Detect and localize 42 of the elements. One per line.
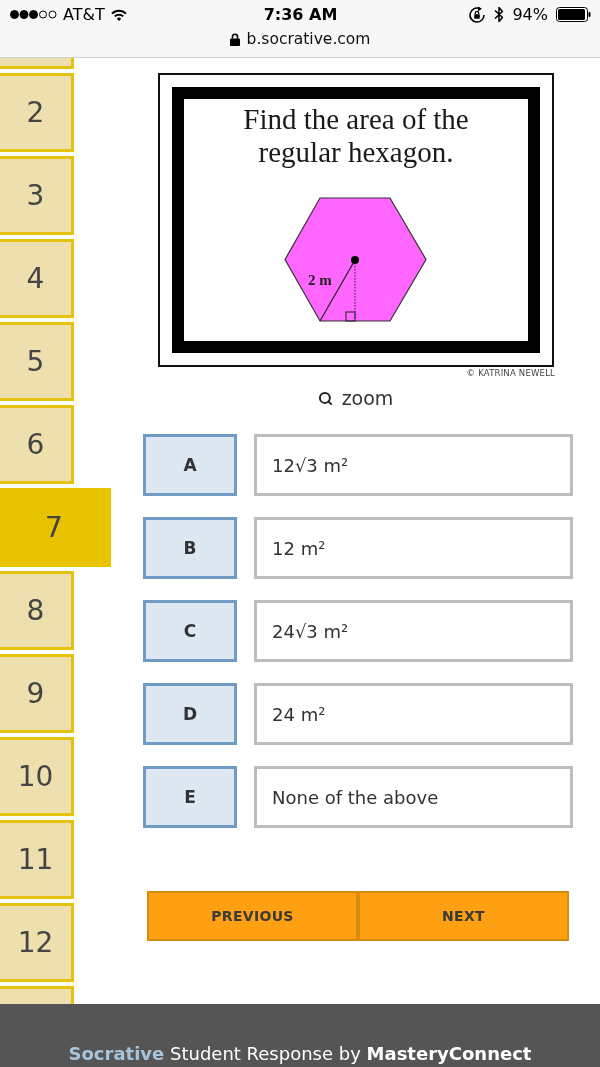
next-button[interactable]: NEXT xyxy=(358,891,569,941)
zoom-link[interactable]: zoom xyxy=(317,387,394,409)
answer-option[interactable]: 12 m² xyxy=(254,517,573,579)
clock-time: 7:36 AM xyxy=(263,4,338,25)
radius-label: 2 m xyxy=(308,272,332,288)
question-tile[interactable]: 2 xyxy=(0,73,74,152)
question-tile[interactable]: 4 xyxy=(0,239,74,318)
choice-letter-button[interactable]: A xyxy=(143,434,237,496)
answer-option[interactable]: 24 m² xyxy=(254,683,573,745)
signal-icon xyxy=(10,10,57,19)
search-icon xyxy=(317,390,333,406)
question-tile[interactable] xyxy=(0,58,74,69)
carrier-name: AT&T xyxy=(63,4,105,25)
image-credit: © KATRINA NEWELL xyxy=(466,368,555,378)
question-tile[interactable]: 5 xyxy=(0,322,74,401)
previous-button[interactable]: PREVIOUS xyxy=(147,891,358,941)
url-text[interactable]: b.socrative.com xyxy=(246,29,371,49)
question-title: Find the area of the regular hexagon. xyxy=(242,103,470,169)
question-tile[interactable]: 6 xyxy=(0,405,74,484)
right-angle-mark xyxy=(345,311,356,322)
question-tile[interactable]: 12 xyxy=(0,903,74,982)
question-tile[interactable]: 11 xyxy=(0,820,74,899)
choice-letter-button[interactable]: E xyxy=(143,766,237,828)
battery-icon xyxy=(556,7,591,22)
footer-text: Socrative Student Response by MasteryConnect xyxy=(68,1042,532,1066)
battery-percent: 94% xyxy=(512,4,548,25)
question-tile[interactable]: 3 xyxy=(0,156,74,235)
question-tile[interactable]: 8 xyxy=(0,571,74,650)
question-tile[interactable]: 10 xyxy=(0,737,74,816)
lock-icon xyxy=(229,32,240,46)
rotation-lock-icon xyxy=(468,5,487,24)
question-tile[interactable]: 7 xyxy=(0,488,111,567)
answer-option[interactable]: 24√3 m² xyxy=(254,600,573,662)
choice-letter-button[interactable]: C xyxy=(143,600,237,662)
bluetooth-icon xyxy=(494,6,505,23)
choice-letter-button[interactable]: D xyxy=(143,683,237,745)
wifi-icon xyxy=(110,8,127,21)
choice-letter-button[interactable]: B xyxy=(143,517,237,579)
answer-option[interactable]: None of the above xyxy=(254,766,573,828)
center-dot xyxy=(351,256,359,264)
answer-option[interactable]: 12√3 m² xyxy=(254,434,573,496)
question-tile[interactable]: 9 xyxy=(0,654,74,733)
